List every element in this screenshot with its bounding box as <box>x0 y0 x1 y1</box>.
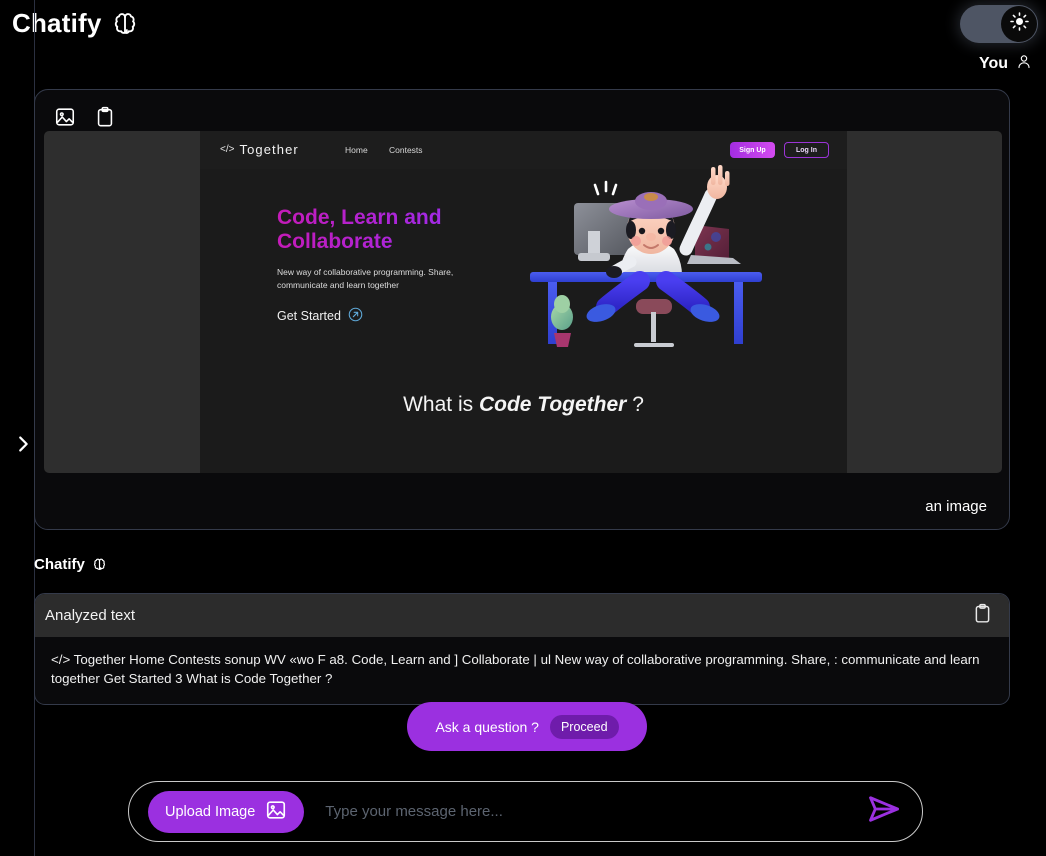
embedded-login-button[interactable]: Log In <box>784 142 829 158</box>
embedded-nav-contests[interactable]: Contests <box>389 145 423 155</box>
sun-icon <box>1009 11 1030 37</box>
embedded-hero-title: Code, Learn and Collaborate <box>277 206 477 253</box>
app-title: Chatify <box>12 8 139 39</box>
clipboard-icon[interactable] <box>94 106 116 128</box>
upload-image-label: Upload Image <box>165 803 256 820</box>
message-input[interactable] <box>304 803 856 820</box>
sidebar-expand-button[interactable] <box>12 432 34 456</box>
theme-toggle-knob[interactable] <box>1001 6 1037 42</box>
message-composer: Upload Image <box>128 781 923 842</box>
current-user: You <box>979 53 1032 75</box>
user-message-toolbar <box>45 100 999 128</box>
embedded-logo-text: Together <box>239 142 299 157</box>
send-button[interactable] <box>856 787 912 837</box>
attached-image[interactable]: </> Together Home Contests Sign Up Log I… <box>44 131 1002 473</box>
embedded-section-suffix: ? <box>626 393 644 416</box>
send-icon <box>863 791 905 832</box>
upload-image-button[interactable]: Upload Image <box>148 790 305 833</box>
person-icon <box>1016 53 1032 75</box>
embedded-signup-button[interactable]: Sign Up <box>730 142 775 158</box>
embedded-section-prefix: What is <box>403 393 479 416</box>
embedded-section-heading: What is Code Together ? <box>200 393 847 417</box>
app-title-text: Chatify <box>12 8 102 38</box>
embedded-nav-home[interactable]: Home <box>345 145 368 155</box>
chevron-right-icon <box>12 436 34 460</box>
analyzed-text-panel: Analyzed text </> Together Home Contests… <box>34 593 1010 705</box>
bot-name: Chatify <box>34 556 85 573</box>
embedded-get-started-button[interactable]: Get Started <box>277 307 363 325</box>
arrow-up-right-circle-icon <box>348 307 363 325</box>
image-icon <box>265 799 287 825</box>
brain-icon <box>111 10 139 38</box>
embedded-logo: </> Together <box>220 142 299 157</box>
chat-app: Chatify You </> Together Home Contests S… <box>0 0 1046 856</box>
embedded-section-emphasis: Code Together <box>478 393 627 416</box>
attachment-caption: an image <box>925 498 987 515</box>
embedded-logo-prefix: </> <box>220 144 235 155</box>
embedded-get-started-label: Get Started <box>277 309 341 323</box>
bot-message-label: Chatify <box>34 556 107 573</box>
brain-icon <box>92 557 107 572</box>
ask-question-pill[interactable]: Ask a question ? Proceed <box>407 702 647 751</box>
user-message-card: </> Together Home Contests Sign Up Log I… <box>34 89 1010 530</box>
ask-question-label: Ask a question ? <box>435 718 539 735</box>
proceed-button[interactable]: Proceed <box>549 714 619 739</box>
clipboard-icon[interactable] <box>972 603 993 629</box>
analyzed-text-header: Analyzed text <box>35 594 1009 637</box>
theme-toggle[interactable] <box>960 5 1038 43</box>
analyzed-text-title: Analyzed text <box>45 607 136 624</box>
image-icon[interactable] <box>54 106 76 128</box>
embedded-hero-subtitle: New way of collaborative programming. Sh… <box>277 267 454 291</box>
analyzed-text-content: </> Together Home Contests sonup WV «wo … <box>51 652 980 687</box>
current-user-label: You <box>978 55 1008 72</box>
attached-screenshot: </> Together Home Contests Sign Up Log I… <box>200 131 847 473</box>
